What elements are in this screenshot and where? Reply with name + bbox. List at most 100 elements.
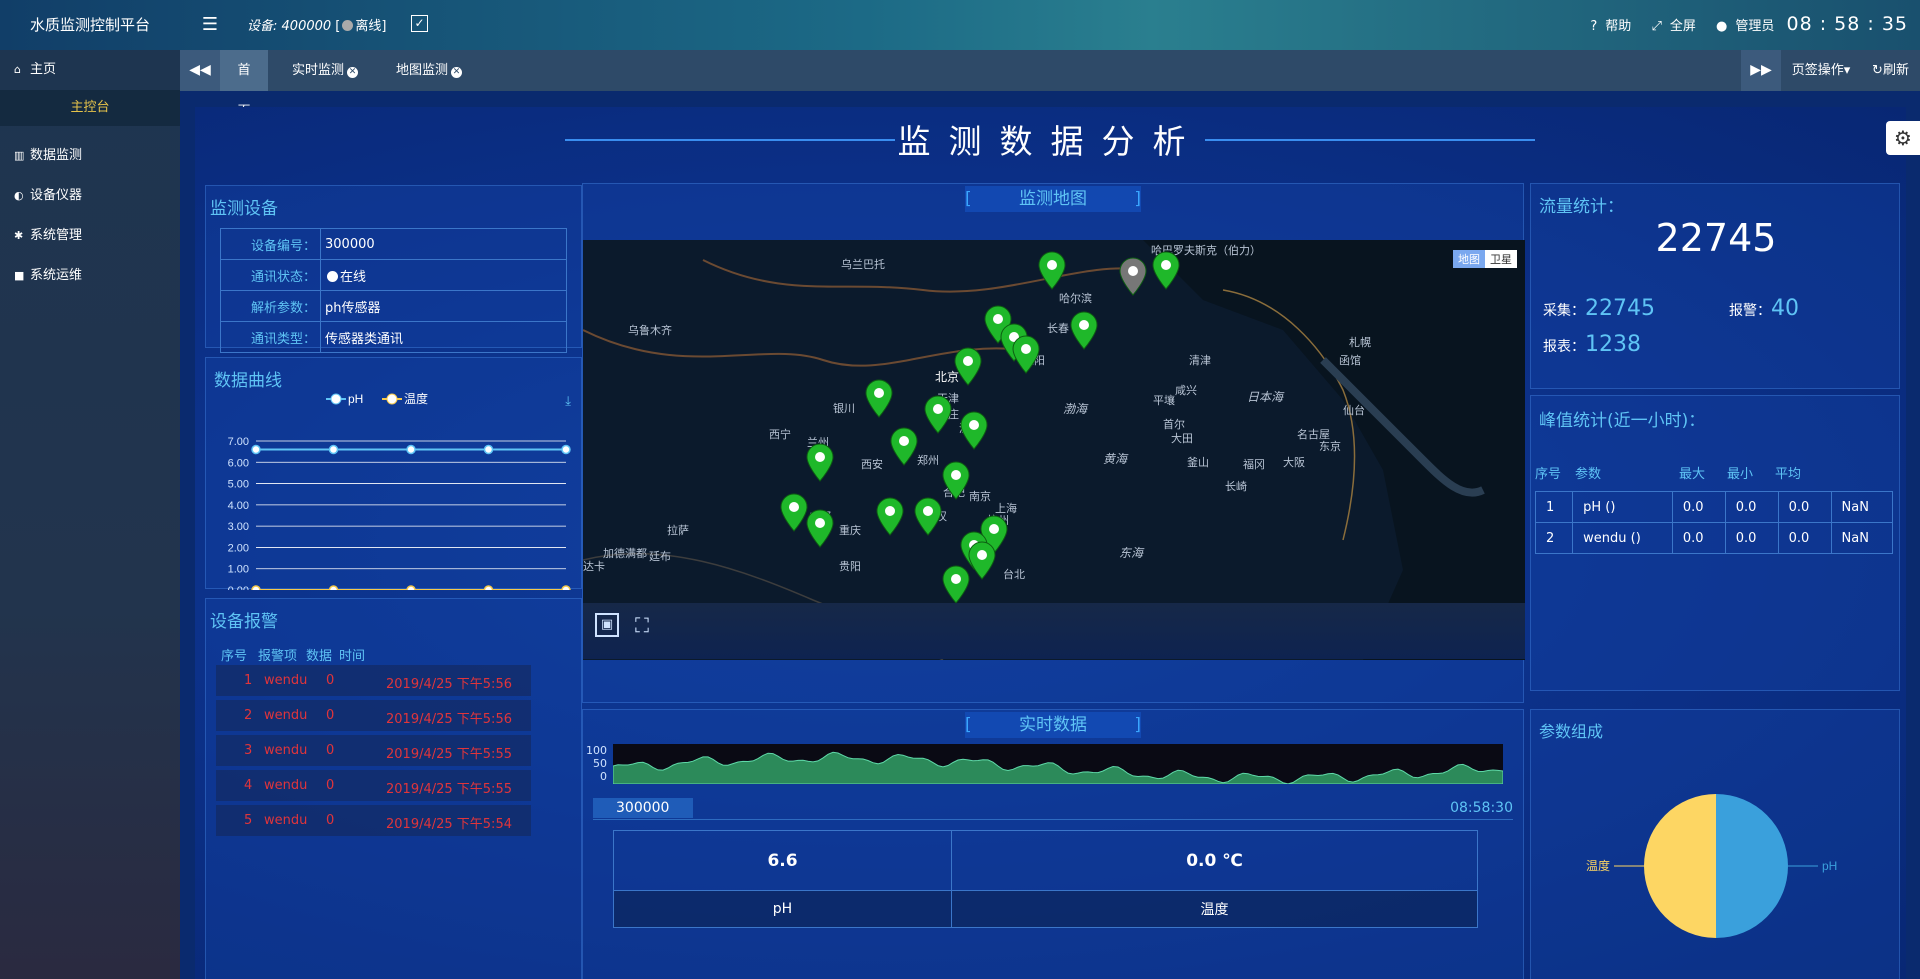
marker-body — [1038, 251, 1066, 290]
online-marker-icon[interactable] — [805, 508, 835, 548]
pie-panel-title: 参数组成 — [1539, 722, 1604, 741]
refresh-button[interactable]: ↻刷新 — [1861, 50, 1920, 91]
tabs-back-icon[interactable]: ◀◀ — [180, 50, 220, 91]
map-label: 大阪 — [1283, 456, 1305, 469]
close-icon[interactable]: ✕ — [451, 67, 463, 78]
bars-icon[interactable]: ☰ — [200, 14, 220, 36]
bar-chart-icon: ▥ — [14, 149, 25, 162]
realtime-panel: 实时数据 100 50 0 300000 08:58:30 6.60.0 ℃ p… — [582, 709, 1524, 979]
map-label: 咸兴 — [1175, 384, 1197, 397]
map-layer-icon[interactable]: ⛶ — [635, 613, 649, 637]
marker-body — [865, 379, 893, 418]
legend-label: pH — [348, 392, 363, 406]
tabs-forward-icon[interactable]: ▶▶ — [1741, 50, 1781, 91]
curve-panel: 数据曲线 ⤓ 0.001.002.003.004.005.006.007.000… — [205, 357, 582, 590]
online-marker-icon[interactable] — [913, 496, 943, 536]
page-ops-dropdown[interactable]: 页签操作▾ — [1781, 50, 1861, 91]
map-label: 名古屋 — [1297, 428, 1330, 441]
pie-panel: 参数组成 温度 pH — [1530, 709, 1900, 979]
online-marker-icon[interactable] — [1069, 310, 1099, 350]
online-marker-icon[interactable] — [805, 442, 835, 482]
offline-marker-icon[interactable] — [1118, 256, 1148, 296]
user-menu[interactable]: ● 管理员 — [1708, 19, 1774, 34]
map-label: 黄海 — [1103, 452, 1128, 466]
tab-realtime[interactable]: 实时监测 ✕ — [280, 50, 370, 91]
marker-body — [780, 493, 808, 532]
online-marker-icon[interactable] — [864, 378, 894, 418]
sidebar-item-devices[interactable]: ◐ 设备仪器 — [0, 176, 180, 216]
map-label: 哈尔滨 — [1059, 292, 1092, 305]
realtime-time: 08:58:30 — [1450, 800, 1513, 816]
marker-dot — [969, 420, 979, 430]
map-label: 拉萨 — [667, 524, 689, 537]
map-label: 仙台 — [1343, 404, 1365, 417]
map-label: 东海 — [1119, 546, 1144, 560]
map-label: 福冈 — [1243, 458, 1265, 471]
online-marker-icon[interactable] — [875, 496, 905, 536]
online-marker-icon[interactable] — [967, 540, 997, 580]
help-button[interactable]: ? 帮助 — [1582, 19, 1631, 34]
map-type-toggle[interactable]: 地图 卫星 — [1453, 250, 1517, 268]
refresh-icon: ↻ — [1872, 63, 1883, 78]
data-point — [328, 444, 339, 455]
sidebar-item-home[interactable]: ⌂ 主页 — [0, 50, 180, 90]
map-label: 加德满都 — [603, 547, 647, 560]
sidebar-item-ops[interactable]: ■ 系统运维 — [0, 256, 180, 296]
alarm-row: 2 wendu 0 2019/4/25 下午5:56 — [216, 700, 531, 731]
tab-home[interactable]: 首页 — [220, 50, 268, 119]
map-label: 达卡 — [583, 560, 605, 573]
online-marker-icon[interactable] — [1037, 250, 1067, 290]
marker-body — [960, 411, 988, 450]
user-icon: ● — [1716, 19, 1728, 34]
marker-dot — [1079, 320, 1089, 330]
line-chart: 0.001.002.003.004.005.006.007.0008:56:30… — [228, 391, 571, 590]
map-label: 郑州 — [917, 454, 939, 467]
fullscreen-button[interactable]: ⤢ 全屏 — [1643, 19, 1695, 34]
marker-body — [924, 395, 952, 434]
marker-body — [1152, 251, 1180, 290]
online-marker-icon[interactable] — [889, 426, 919, 466]
data-point — [406, 585, 416, 590]
map-view[interactable]: 乌兰巴托 乌鲁木齐 哈尔滨 长春 沈阳 北京 天津 银川 家庄 济南 西宁 兰州… — [583, 240, 1525, 660]
device-panel-title: 监测设备 — [210, 199, 278, 219]
checkbox-toggle[interactable]: ✓ — [411, 15, 428, 32]
marker-dot — [1021, 344, 1031, 354]
marker-body — [890, 427, 918, 466]
app-brand: 水质监测控制平台 — [29, 16, 150, 34]
online-marker-icon[interactable] — [953, 346, 983, 386]
alarm-row: 5 wendu 0 2019/4/25 下午5:54 — [216, 805, 531, 836]
online-marker-icon[interactable] — [1151, 250, 1181, 290]
fullscreen-icon[interactable]: ▣ — [595, 613, 619, 637]
online-marker-icon[interactable] — [941, 564, 971, 604]
flow-panel-title: 流量统计： — [1539, 197, 1624, 217]
marker-dot — [1128, 266, 1138, 276]
y-tick-label: 7.00 — [228, 436, 249, 448]
sidebar-item-data-monitor[interactable]: ▥ 数据监测 — [0, 136, 180, 176]
online-marker-icon[interactable] — [941, 460, 971, 500]
device-label: 设备: — [247, 19, 278, 34]
map-label: 西宁 — [769, 428, 791, 441]
alarm-row: 3 wendu 0 2019/4/25 下午5:55 — [216, 735, 531, 766]
tab-map[interactable]: 地图监测 ✕ — [384, 50, 474, 91]
marker-body — [806, 509, 834, 548]
online-marker-icon[interactable] — [959, 410, 989, 450]
online-marker-icon[interactable] — [1011, 334, 1041, 374]
sidebar-item-system[interactable]: ✱ 系统管理 — [0, 216, 180, 256]
map-label: 台北 — [1003, 568, 1025, 581]
marker-dot — [977, 550, 987, 560]
top-right-actions: ? 帮助 ⤢ 全屏 ● 管理员 08 : 58 : 35 — [1574, 0, 1908, 50]
map-label: 函馆 — [1339, 354, 1361, 367]
close-icon[interactable]: ✕ — [347, 67, 359, 78]
table-row: 设备编号： 300000 — [220, 228, 567, 260]
map-type-map[interactable]: 地图 — [1453, 250, 1485, 268]
online-marker-icon[interactable] — [923, 394, 953, 434]
y-tick-label: 3.00 — [228, 521, 249, 533]
map-type-satellite[interactable]: 卫星 — [1485, 250, 1517, 268]
map-label: 大田 — [1171, 432, 1193, 445]
sidebar-item-console[interactable]: 主控台 — [0, 90, 180, 126]
settings-gear-icon[interactable]: ⚙ — [1886, 121, 1920, 155]
device-id: 400000 — [281, 19, 332, 34]
device-status-text: 设备: 400000 [离线] — [247, 19, 387, 34]
marker-dot — [963, 356, 973, 366]
map-label: 银川 — [833, 402, 855, 415]
